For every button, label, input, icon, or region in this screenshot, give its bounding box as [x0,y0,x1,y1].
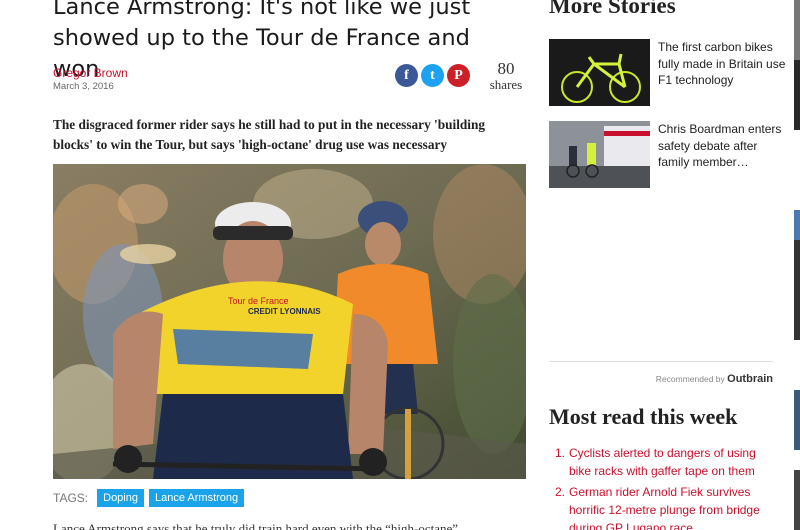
list-item[interactable]: 2. German rider Arnold Fiek survives hor… [549,483,774,530]
byline: Gregor Brown March 3, 2016 [53,66,128,92]
most-read-title: Most read this week [549,404,738,429]
recommended-by-label: Recommended by [655,374,725,384]
article-tags: TAGS: Doping Lance Armstrong [53,489,245,507]
more-stories-title: More Stories [549,0,676,18]
twitter-share-button[interactable]: t [421,64,444,87]
author-link[interactable]: Gregor Brown [53,66,128,80]
jersey-sponsor: CREDIT LYONNAIS [248,307,321,316]
list-item-title[interactable]: German rider Arnold Fiek survives horrif… [569,483,774,530]
pinterest-icon: P [454,67,463,83]
tag-doping[interactable]: Doping [97,489,144,507]
story-card[interactable]: Chris Boardman enters safety debate afte… [549,121,788,188]
share-buttons: f t P [395,64,470,87]
story-thumbnail[interactable] [549,39,650,106]
story-thumbnail[interactable] [549,121,650,188]
facebook-share-button[interactable]: f [395,64,418,87]
share-count-label: shares [489,77,523,92]
jersey-logo: Tour de France [228,296,289,306]
list-item-number: 2. [554,485,565,499]
right-edge-ad-strip [794,0,800,530]
pinterest-share-button[interactable]: P [447,64,470,87]
publish-date: March 3, 2016 [53,81,114,92]
outbrain-logo[interactable]: Outbrain [727,373,773,385]
most-read-list: 1. Cyclists alerted to dangers of using … [549,444,774,530]
outbrain-recommendation[interactable]: Recommended by Outbrain [549,361,773,385]
hero-image: Tour de France CREDIT LYONNAIS [53,164,526,479]
story-title[interactable]: The first carbon bikes fully made in Bri… [658,39,788,106]
twitter-icon: t [430,67,435,83]
story-card[interactable]: The first carbon bikes fully made in Bri… [549,39,788,106]
facebook-icon: f [404,67,409,83]
share-count: 80 shares [483,60,529,92]
list-item[interactable]: 1. Cyclists alerted to dangers of using … [549,444,774,480]
story-title[interactable]: Chris Boardman enters safety debate afte… [658,121,788,188]
article-body: Lance Armstrong says that he truly did t… [53,521,459,530]
share-count-number: 80 [497,59,515,78]
article-standfirst: The disgraced former rider says he still… [53,117,486,152]
tag-lance-armstrong[interactable]: Lance Armstrong [148,489,245,507]
hero-photo-illustration: Tour de France CREDIT LYONNAIS [53,164,526,479]
tags-label: TAGS: [53,491,89,505]
list-item-title[interactable]: Cyclists alerted to dangers of using bik… [569,444,774,480]
list-item-number: 1. [554,446,565,460]
